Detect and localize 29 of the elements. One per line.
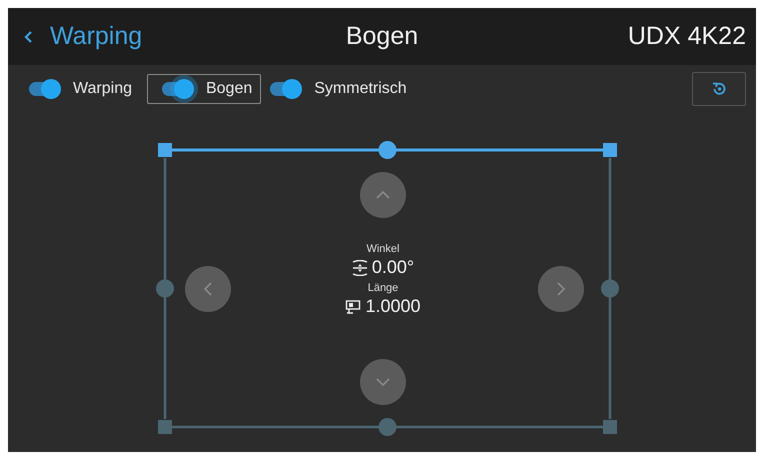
back-icon bbox=[24, 30, 34, 44]
monitor-icon bbox=[345, 298, 362, 314]
toggle-label: Warping bbox=[73, 80, 132, 98]
readout-value: 1.0000 bbox=[365, 296, 421, 317]
readout-value: 0.00° bbox=[372, 257, 414, 278]
readout-label: Länge bbox=[368, 282, 398, 294]
device-name: UDX 4K22 bbox=[628, 22, 746, 51]
spacing-icon bbox=[352, 260, 368, 276]
screen-title: Bogen bbox=[346, 22, 418, 51]
arrow-button[interactable] bbox=[360, 359, 406, 405]
frame-edge[interactable] bbox=[158, 141, 617, 159]
toggle-label: Bogen bbox=[206, 80, 252, 98]
arrow-button[interactable] bbox=[538, 266, 584, 312]
arrow-button[interactable] bbox=[360, 172, 406, 218]
toggle-label: Symmetrisch bbox=[314, 80, 407, 98]
frame-edge[interactable] bbox=[156, 158, 174, 419]
readout-label: Winkel bbox=[366, 243, 400, 255]
toggle-item[interactable]: Symmetrisch bbox=[267, 74, 416, 104]
frame-edge[interactable] bbox=[158, 418, 617, 436]
reset-icon bbox=[711, 81, 727, 97]
toggle-switch[interactable] bbox=[162, 82, 192, 96]
frame-edge[interactable] bbox=[601, 158, 619, 419]
toggle-switch[interactable] bbox=[270, 82, 300, 96]
toggle-item[interactable]: Bogen bbox=[146, 74, 262, 104]
toggle-item[interactable]: Warping bbox=[26, 74, 141, 104]
back-button[interactable]: Warping bbox=[24, 22, 142, 51]
reset-button[interactable] bbox=[692, 72, 746, 106]
arrow-button[interactable] bbox=[185, 266, 231, 312]
toggle-switch[interactable] bbox=[29, 82, 59, 96]
